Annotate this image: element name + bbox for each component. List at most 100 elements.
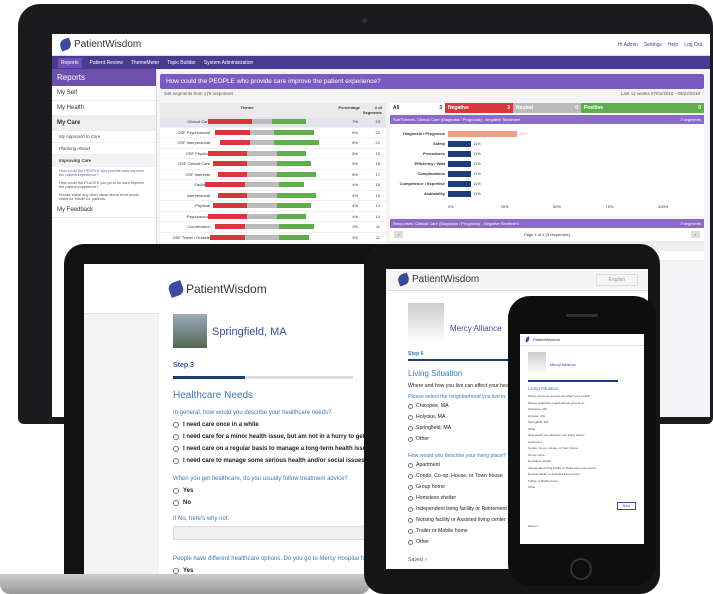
theme-segments: 14: [375, 213, 380, 219]
radio-icon[interactable]: [173, 446, 179, 452]
sidebar-note-ideas[interactable]: Please share any other ideas about what …: [52, 191, 156, 203]
table-row[interactable]: OSF Clinical Care 5% 18: [160, 159, 386, 170]
theme-percentage: 6%: [352, 129, 358, 135]
subtheme-bar[interactable]: [448, 150, 472, 157]
subtheme-bar[interactable]: [448, 160, 472, 167]
option-label: No: [183, 500, 191, 506]
radio-icon[interactable]: [408, 528, 413, 534]
table-row[interactable]: OSF Interests 5% 17: [160, 170, 386, 180]
subtheme-bar[interactable]: [448, 190, 472, 197]
nav-patient-review[interactable]: Patient Review: [90, 60, 123, 66]
radio-option[interactable]: Apartment: [408, 462, 440, 468]
sidebar-item-feedback[interactable]: My Feedback: [52, 203, 156, 218]
radio-icon[interactable]: [408, 425, 413, 431]
radio-option[interactable]: I need care to manage some serious healt…: [173, 458, 365, 464]
table-row[interactable]: Facilities 4% 15: [160, 180, 386, 191]
table-row[interactable]: OSF Travel / Outside 3% 11: [160, 233, 386, 243]
subtheme-bar[interactable]: [448, 130, 518, 137]
radio-icon[interactable]: [173, 434, 179, 440]
radio-option[interactable]: Holyoke, MA: [408, 414, 445, 420]
logout-link[interactable]: Log Out: [684, 42, 702, 48]
radio-option[interactable]: Trailer or Mobile home: [408, 528, 468, 534]
sidebar-item-my-care[interactable]: My Care: [52, 116, 156, 131]
sidebar-item-my-health[interactable]: My Health: [52, 101, 156, 116]
table-row[interactable]: Coordination 3% 11: [160, 222, 386, 233]
brand-logo: PatientWisdom: [58, 37, 141, 52]
radio-option[interactable]: No: [173, 500, 191, 506]
tab-neutral-count: 0: [575, 105, 578, 111]
iphone-next-button[interactable]: Next: [616, 502, 636, 510]
radio-option[interactable]: Other: [408, 539, 429, 545]
radio-option[interactable]: I need care on a regular basis to manage…: [173, 446, 370, 452]
radio-option[interactable]: Group home: [408, 484, 445, 490]
radio-option[interactable]: Springfield, MA: [408, 425, 451, 431]
table-row[interactable]: Interpersonal 4% 15: [160, 191, 386, 201]
home-button[interactable]: [570, 558, 592, 580]
option-label: Holyoke, MA: [416, 414, 446, 420]
table-row[interactable]: Physical 4% 14: [160, 201, 386, 212]
theme-name: OSF Travel / Outside: [172, 234, 210, 240]
radio-icon[interactable]: [173, 422, 179, 428]
radio-option[interactable]: I need care once in a while: [173, 422, 259, 428]
theme-percentage: 3%: [352, 234, 358, 240]
bar-neutral: [244, 234, 280, 240]
radio-option[interactable]: Nursing facility or Assisted living cent…: [408, 517, 506, 523]
table-row[interactable]: OSF Interpersonal 6% 21: [160, 138, 386, 149]
radio-icon[interactable]: [408, 539, 413, 545]
tab-negative[interactable]: Negative 3: [445, 103, 513, 113]
radio-option[interactable]: Yes: [173, 488, 193, 494]
radio-option[interactable]: Homeless shelter: [408, 495, 456, 501]
sidebar-sub-planning[interactable]: Planning Ahead: [52, 143, 156, 155]
nav-thememeter[interactable]: ThemeMeter: [131, 60, 159, 66]
radio-option[interactable]: Condo, Co-op, House, or Town house: [408, 473, 503, 479]
table-row[interactable]: OSF Psychosocial 6% 22: [160, 128, 386, 138]
theme-name: OSF Interests: [185, 171, 210, 177]
nav-reports[interactable]: Reports: [58, 57, 82, 68]
radio-icon[interactable]: [408, 484, 413, 490]
radio-icon[interactable]: [408, 403, 413, 409]
sidebar-item-my-self[interactable]: My Self: [52, 86, 156, 101]
pager-prev-button[interactable]: ‹: [394, 231, 404, 238]
sidebar-sub-improving[interactable]: Improving Care: [52, 155, 156, 167]
radio-icon[interactable]: [408, 473, 413, 479]
tab-neutral[interactable]: Neutral 0: [513, 103, 581, 113]
radio-icon[interactable]: [408, 462, 413, 468]
sidebar-note-people[interactable]: How could the PEOPLE who provide care im…: [52, 167, 156, 179]
radio-option[interactable]: Other: [408, 436, 429, 442]
table-row[interactable]: Clinical Care 7% 23: [160, 117, 386, 128]
sidebar-note-places[interactable]: How could the PLACES you go to for care …: [52, 179, 156, 191]
language-select[interactable]: English: [595, 273, 638, 286]
radio-icon[interactable]: [408, 506, 413, 512]
bar-negative: [212, 203, 248, 209]
table-row[interactable]: OSF Physical 5% 19: [160, 149, 386, 159]
settings-link[interactable]: Settings: [644, 42, 662, 48]
help-link[interactable]: Help: [668, 42, 678, 48]
radio-icon[interactable]: [408, 495, 413, 501]
nav-system-admin[interactable]: System Administration: [204, 60, 253, 66]
radio-icon[interactable]: [173, 458, 179, 464]
radio-icon[interactable]: [173, 488, 179, 494]
radio-icon[interactable]: [408, 517, 413, 523]
nav-topic-builder[interactable]: Topic Builder: [167, 60, 196, 66]
option-label: Group home: [416, 484, 445, 490]
x-tick-label: 25%: [500, 204, 509, 209]
radio-icon[interactable]: [173, 500, 179, 506]
table-row[interactable]: Psychosocial 4% 14: [160, 212, 386, 222]
radio-icon[interactable]: [408, 414, 413, 420]
radio-icon[interactable]: [408, 436, 413, 442]
sidebar-sub-approach[interactable]: My Approach to Care: [52, 131, 156, 143]
subtheme-value: 33%: [519, 131, 528, 136]
theme-segments: 15: [375, 192, 380, 198]
bar-positive: [276, 161, 312, 167]
tab-all[interactable]: All 3: [390, 103, 445, 113]
radio-option[interactable]: Chicopee, MA: [408, 403, 449, 409]
subtheme-bar[interactable]: [448, 140, 472, 147]
org-title: Mercy Alliance: [450, 324, 502, 333]
subtheme-bar[interactable]: [448, 170, 472, 177]
subtheme-bar[interactable]: [448, 180, 472, 187]
tab-positive[interactable]: Positive 0: [581, 103, 704, 113]
pager-next-button[interactable]: ›: [690, 231, 700, 238]
bar-negative: [215, 129, 250, 135]
tab-positive-label: Positive: [584, 105, 604, 111]
radio-option[interactable]: I need care for a minor health issue, bu…: [173, 434, 370, 440]
